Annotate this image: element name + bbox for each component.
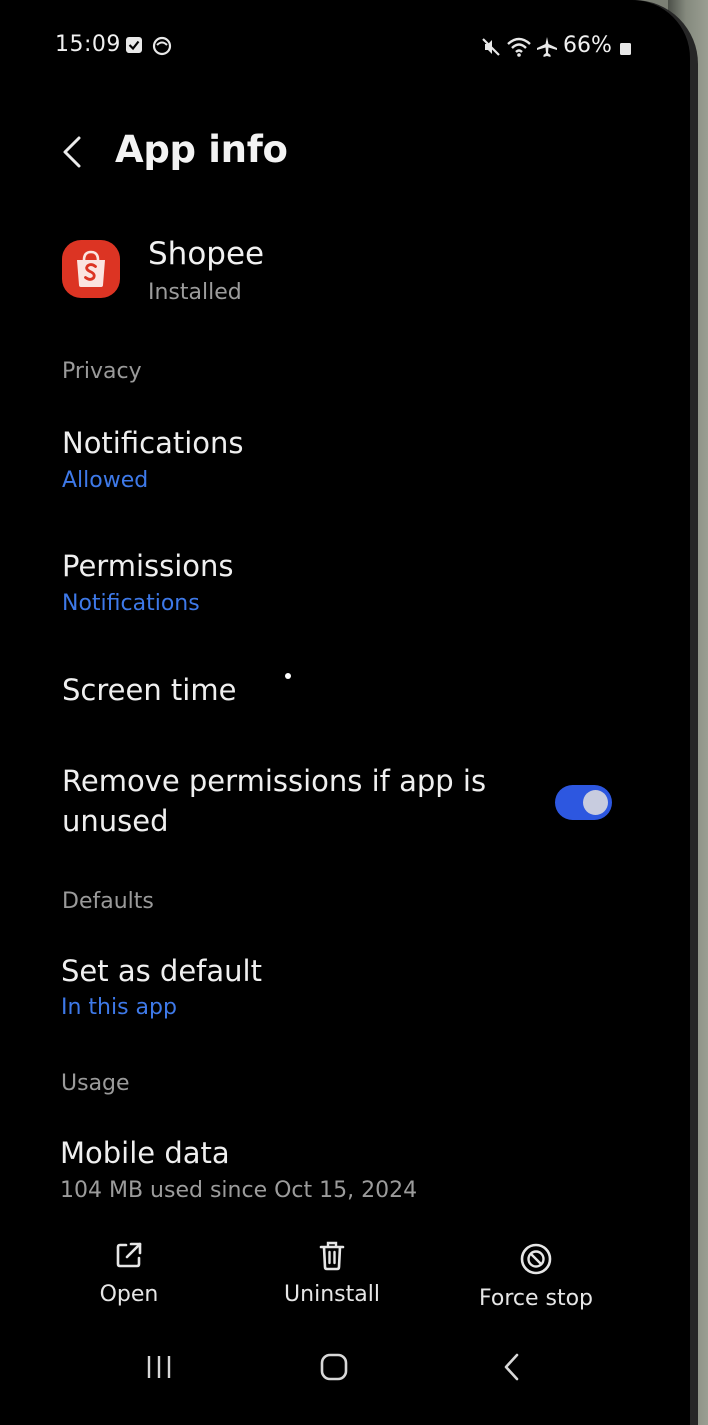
shopee-bag-icon [62,240,120,298]
permissions-title: Permissions [62,549,234,583]
airplane-icon [536,36,558,62]
set-as-default-title: Set as default [61,954,262,988]
app-install-status: Installed [148,280,242,305]
section-header-defaults: Defaults [62,889,154,914]
system-nav-bar [0,1345,690,1390]
section-header-usage: Usage [61,1071,130,1096]
force-stop-label: Force stop [478,1286,594,1311]
screen-time-title: Screen time [62,673,237,707]
open-label: Open [99,1282,159,1307]
mobile-data-title: Mobile data [60,1136,230,1170]
back-nav-icon[interactable] [497,1351,527,1387]
home-icon[interactable] [319,1352,349,1386]
toggle-knob [583,790,608,815]
page-title: App info [115,128,288,171]
remove-permissions-title-line1: Remove permissions if app is [62,764,487,798]
mobile-data-value: 104 MB used since Oct 15, 2024 [60,1178,418,1203]
notifications-title: Notifications [62,426,244,460]
force-stop-icon [519,1242,553,1280]
set-as-default-value: In this app [61,995,177,1020]
permissions-value: Notifications [62,591,200,616]
force-stop-button[interactable]: Force stop [478,1238,594,1311]
trash-icon [315,1238,349,1276]
uninstall-button[interactable]: Uninstall [280,1238,384,1307]
mute-icon [480,36,502,62]
section-header-privacy: Privacy [62,359,142,384]
remove-permissions-toggle[interactable] [555,785,612,820]
notifications-value: Allowed [62,468,149,493]
uninstall-label: Uninstall [284,1282,380,1307]
battery-percent: 66% [563,33,612,58]
app-name: Shopee [148,236,265,272]
notification-checkbox-icon [125,36,143,58]
remove-permissions-title-line2: unused [62,804,169,838]
status-bar: 15:09 66% [0,32,690,68]
touch-indicator-dot [285,673,291,679]
wifi-icon [506,36,532,62]
phone-screen: 15:09 66% App info Shopee Installed Priv… [0,0,690,1425]
recent-apps-icon[interactable] [144,1353,174,1385]
app-notification-icon [152,36,172,60]
chevron-left-icon[interactable] [58,132,88,172]
open-button[interactable]: Open [95,1238,163,1307]
status-time: 15:09 [55,32,121,57]
battery-icon [620,40,631,59]
open-external-icon [112,1238,146,1276]
